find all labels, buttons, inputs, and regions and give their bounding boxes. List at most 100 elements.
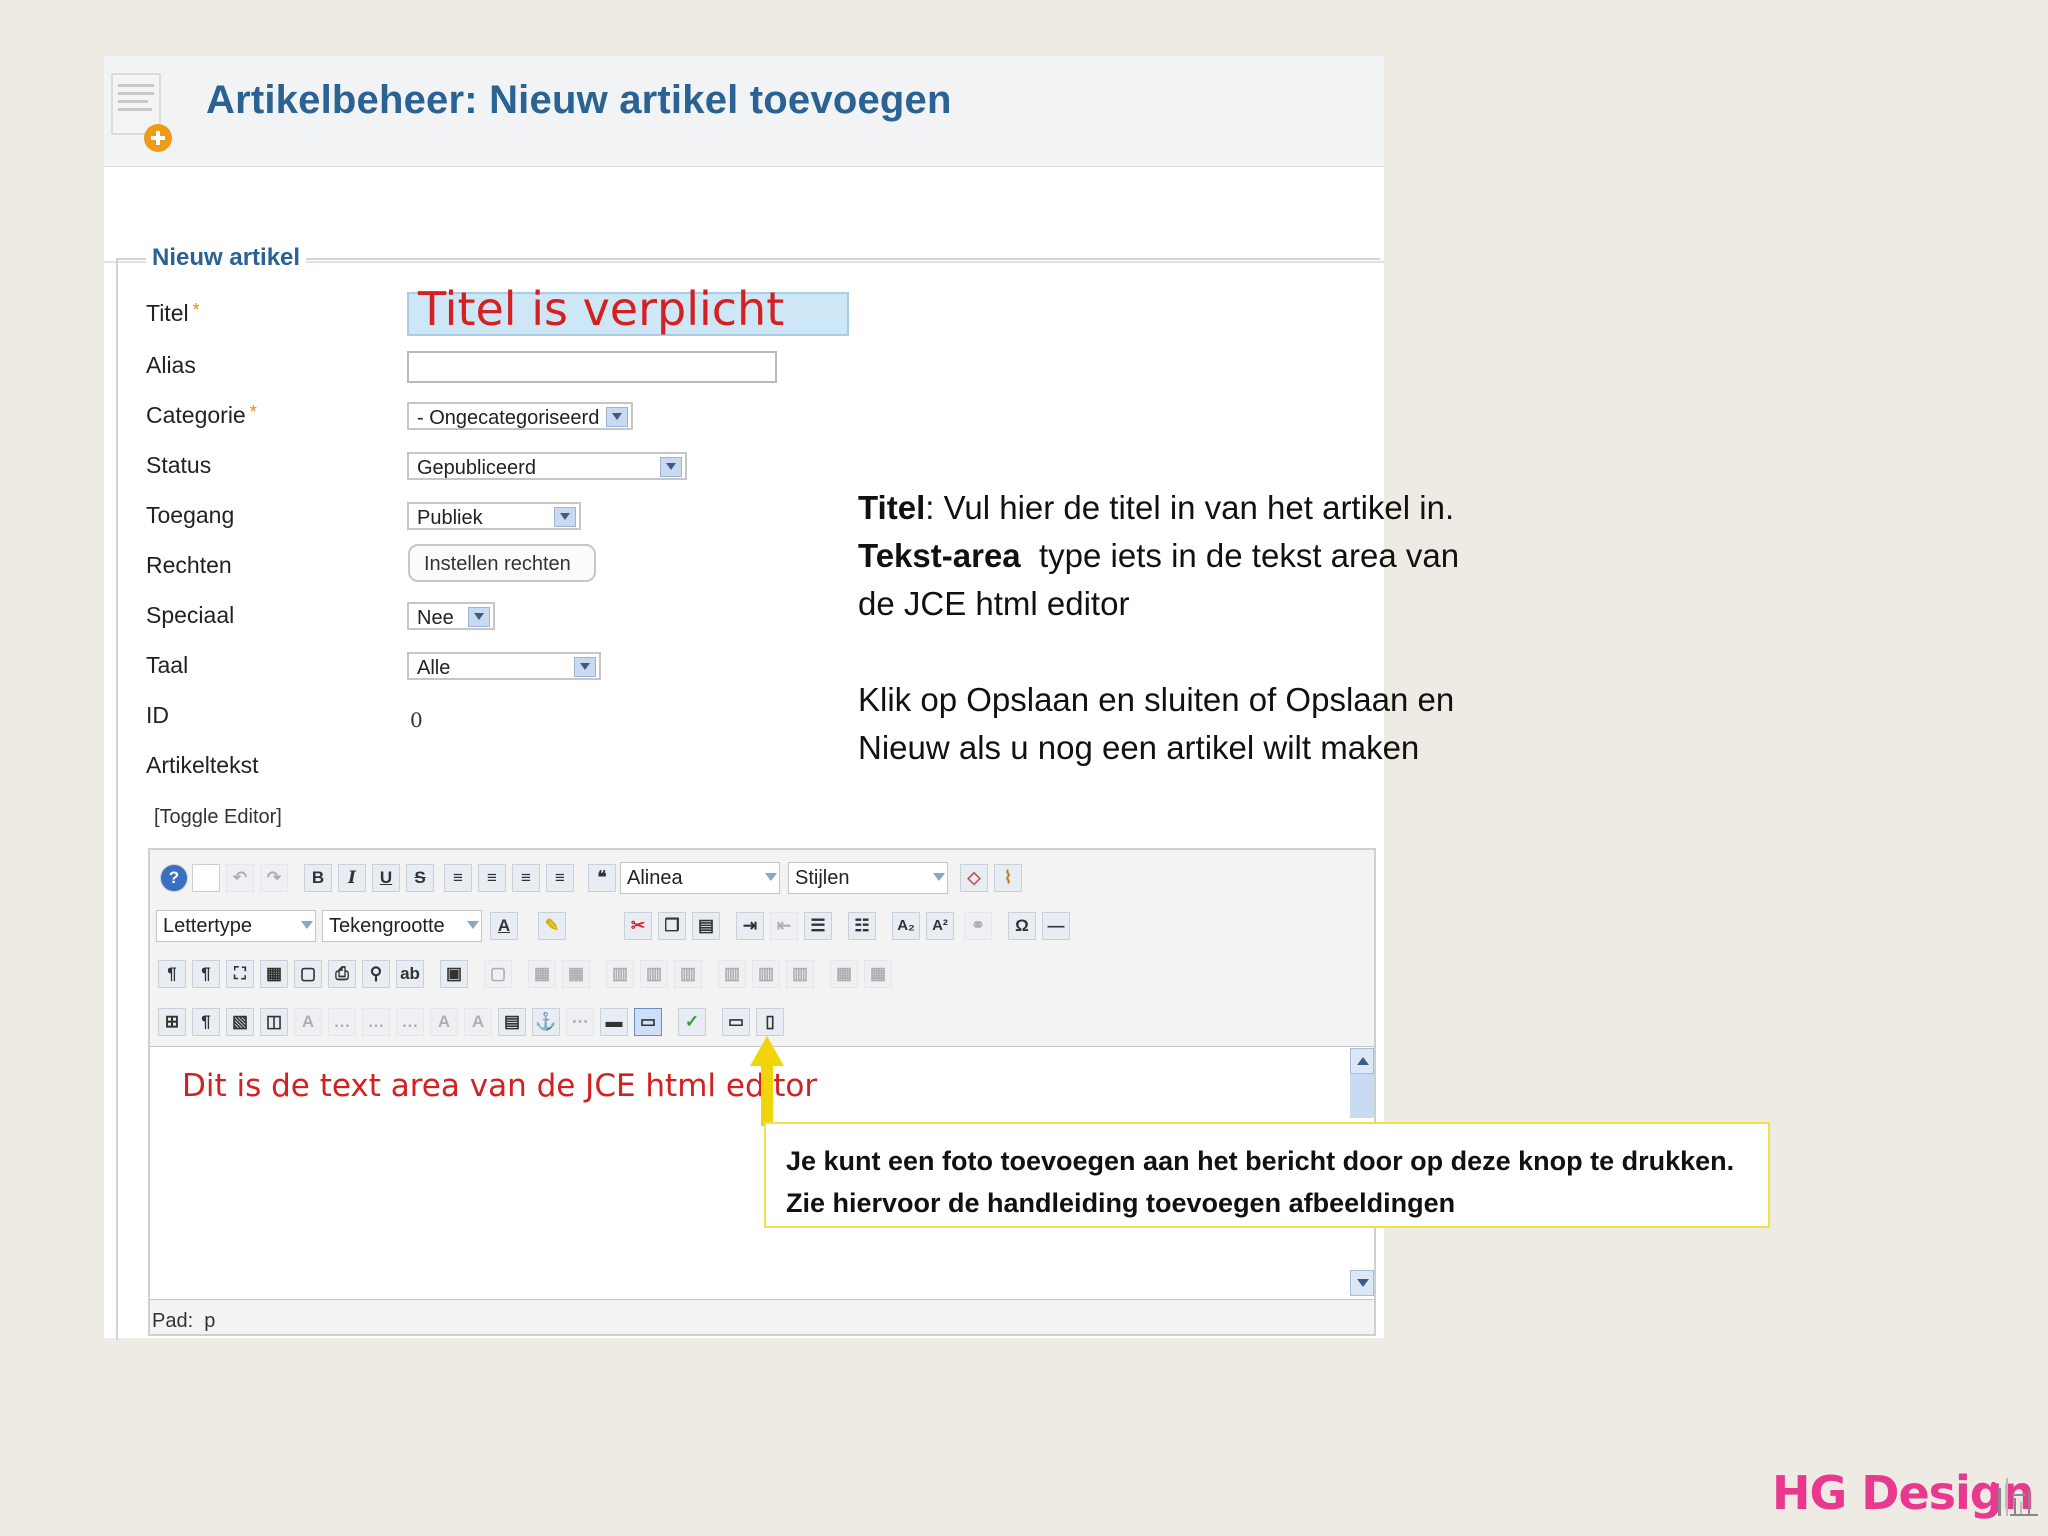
label-toegang: Toegang <box>146 502 235 528</box>
row-before-icon[interactable]: ▥ <box>606 960 634 988</box>
page-title: Artikelbeheer: Nieuw artikel toevoegen <box>206 78 952 122</box>
col-after-icon[interactable]: ▥ <box>752 960 780 988</box>
chevron-down-icon <box>554 507 576 527</box>
replace-icon[interactable]: ab <box>396 960 424 988</box>
col-before-icon[interactable]: ▥ <box>718 960 746 988</box>
required-marker: * <box>249 402 257 422</box>
delete-text-icon[interactable]: … <box>396 1008 424 1036</box>
split-cells-icon[interactable]: ▦ <box>864 960 892 988</box>
merge-cells-icon[interactable]: ▦ <box>830 960 858 988</box>
italic-icon[interactable]: I <box>338 864 366 892</box>
layer-icon[interactable]: ▢ <box>484 960 512 988</box>
scroll-down-button[interactable] <box>1350 1270 1374 1296</box>
new-document-icon[interactable] <box>192 864 220 892</box>
font-size-select[interactable]: Tekengrootte <box>322 910 482 942</box>
insert-image-icon[interactable]: ▭ <box>634 1008 662 1036</box>
paragraph-ltr-icon[interactable]: ¶ <box>158 960 186 988</box>
title-input-value: Titel is verplicht <box>418 282 785 336</box>
show-blocks-icon[interactable]: ¶ <box>192 1008 220 1036</box>
paragraph-rtl-icon[interactable]: ¶ <box>192 960 220 988</box>
insert-file-icon[interactable]: ▧ <box>226 1008 254 1036</box>
table-insert-icon[interactable]: ▦ <box>528 960 556 988</box>
align-center-icon[interactable]: ≡ <box>478 864 506 892</box>
non-breaking-icon[interactable]: ⋯ <box>566 1008 594 1036</box>
anchor-icon[interactable]: ⚓ <box>532 1008 560 1036</box>
label-id: ID <box>146 702 169 728</box>
subscript-icon[interactable]: A₂ <box>892 912 920 940</box>
add-article-icon <box>111 73 172 152</box>
align-left-icon[interactable]: ≡ <box>512 864 540 892</box>
redo-icon[interactable]: ↷ <box>260 864 288 892</box>
status-select[interactable]: Gepubliceerd <box>407 452 687 480</box>
article-break-icon[interactable]: ▯ <box>756 1008 784 1036</box>
visual-aid-icon[interactable]: ⊞ <box>158 1008 186 1036</box>
ordered-list-icon[interactable]: ☰ <box>804 912 832 940</box>
source-code-icon[interactable]: ▢ <box>294 960 322 988</box>
undo-icon[interactable]: ↶ <box>226 864 254 892</box>
citation-icon[interactable]: A <box>294 1008 322 1036</box>
text-color-icon[interactable]: A <box>490 912 518 940</box>
callout-arrow-stem <box>761 1064 773 1126</box>
cut-icon[interactable]: ✂ <box>624 912 652 940</box>
strikethrough-icon[interactable]: S <box>406 864 434 892</box>
abbreviation-icon[interactable]: … <box>328 1008 356 1036</box>
category-select[interactable]: - Ongecategoriseerd <box>407 402 633 430</box>
insert-attr-icon[interactable]: A <box>464 1008 492 1036</box>
featured-select[interactable]: Nee <box>407 602 495 630</box>
readmore-icon[interactable]: ▬ <box>600 1008 628 1036</box>
language-select[interactable]: Alle <box>407 652 601 680</box>
paste-icon[interactable]: ▤ <box>692 912 720 940</box>
delete-row-icon[interactable]: ▥ <box>674 960 702 988</box>
fieldset-legend: Nieuw artikel <box>146 244 307 272</box>
insert-media-icon[interactable]: ◫ <box>260 1008 288 1036</box>
fullscreen-icon[interactable]: ⛶ <box>226 960 254 988</box>
scrollbar-thumb[interactable] <box>1350 1074 1374 1118</box>
acronym-icon[interactable]: … <box>362 1008 390 1036</box>
copy-icon[interactable]: ❐ <box>658 912 686 940</box>
outdent-icon[interactable]: ⇤ <box>770 912 798 940</box>
align-justify-icon[interactable]: ≡ <box>444 864 472 892</box>
superscript-icon[interactable]: A² <box>926 912 954 940</box>
font-family-select[interactable]: Lettertype <box>156 910 316 942</box>
underline-icon[interactable]: U <box>372 864 400 892</box>
editor-toolbar-row-1: ? ↶ ↷ B I U S ≡ ≡ ≡ ≡ ❝ Alinea Stijlen ◇… <box>152 856 1372 900</box>
cleanup-broom-icon[interactable]: ⌇ <box>994 864 1022 892</box>
access-select[interactable]: Publiek <box>407 502 581 530</box>
label-titel: Titel * <box>146 300 200 326</box>
horizontal-rule-icon[interactable]: — <box>1042 912 1070 940</box>
label-status: Status <box>146 452 212 478</box>
highlight-color-icon[interactable]: ✎ <box>538 912 566 940</box>
alias-input[interactable] <box>407 351 777 383</box>
spellcheck-icon[interactable]: ✓ <box>678 1008 706 1036</box>
table-props-icon[interactable]: ▦ <box>562 960 590 988</box>
style-props-icon[interactable]: ▤ <box>498 1008 526 1036</box>
bold-icon[interactable]: B <box>304 864 332 892</box>
align-right-icon[interactable]: ≡ <box>546 864 574 892</box>
chevron-down-icon <box>660 457 682 477</box>
eraser-icon[interactable]: ◇ <box>960 864 988 892</box>
styles-select[interactable]: Stijlen <box>788 862 948 894</box>
blockquote-icon[interactable]: ❝ <box>588 864 616 892</box>
search-icon[interactable]: ⚲ <box>362 960 390 988</box>
scroll-up-button[interactable] <box>1350 1048 1374 1074</box>
row-after-icon[interactable]: ▥ <box>640 960 668 988</box>
unordered-list-icon[interactable]: ☷ <box>848 912 876 940</box>
format-select[interactable]: Alinea <box>620 862 780 894</box>
toggle-editor-link[interactable]: [Toggle Editor] <box>154 806 282 829</box>
template-icon[interactable]: ▣ <box>440 960 468 988</box>
chevron-down-icon <box>765 873 777 881</box>
set-rights-button[interactable]: Instellen rechten <box>408 544 596 582</box>
delete-col-icon[interactable]: ▥ <box>786 960 814 988</box>
special-character-icon[interactable]: Ω <box>1008 912 1036 940</box>
strike-attr-icon[interactable]: A <box>430 1008 458 1036</box>
page-break-icon[interactable]: ▭ <box>722 1008 750 1036</box>
editor-content: Dit is de text area van de JCE html edit… <box>182 1068 818 1104</box>
brand-logo-icon <box>1992 1478 2038 1516</box>
print-icon[interactable]: ⎙ <box>328 960 356 988</box>
label-rechten: Rechten <box>146 552 232 578</box>
link-icon[interactable]: ⚭ <box>964 912 992 940</box>
preview-icon[interactable]: ▦ <box>260 960 288 988</box>
editor-toolbar-row-2: Lettertype Tekengrootte A ✎ ✂ ❐ ▤ ⇥ ⇤ ☰ … <box>152 904 1372 948</box>
help-icon[interactable]: ? <box>160 864 188 892</box>
indent-icon[interactable]: ⇥ <box>736 912 764 940</box>
